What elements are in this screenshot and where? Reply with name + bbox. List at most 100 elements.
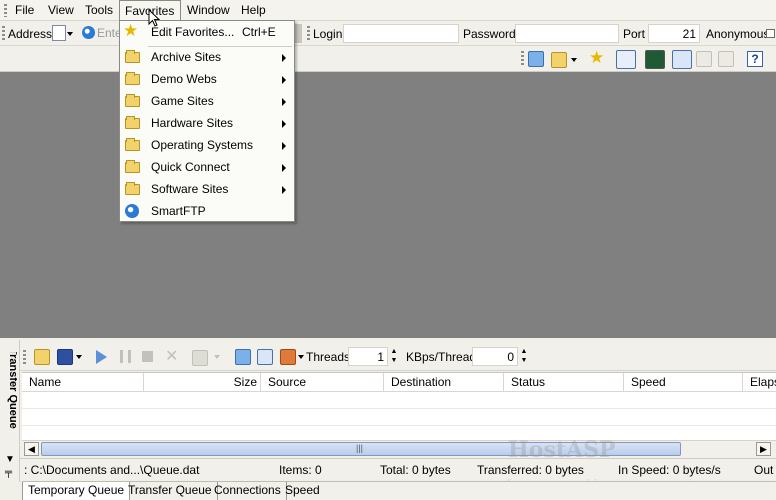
tile-horizontal-icon[interactable] (718, 51, 734, 67)
tab-temporary-queue[interactable]: Temporary Queue (22, 482, 131, 500)
menu-item-quick-connect[interactable]: Quick Connect (120, 156, 294, 178)
menu-item-game-sites[interactable]: Game Sites (120, 90, 294, 112)
folder-icon (125, 182, 140, 195)
help-icon[interactable]: ? (747, 51, 763, 67)
menu-help[interactable]: Help (241, 3, 266, 17)
delete-icon[interactable]: ✕ (165, 346, 178, 366)
scroll-left-icon[interactable]: ◀ (24, 442, 39, 456)
login-toolbar-grip[interactable] (307, 26, 310, 41)
address-toolbar: Address Ente Login Password Port 21 Anon… (0, 21, 776, 46)
chevron-down-icon[interactable] (571, 58, 577, 62)
menu-file[interactable]: File (15, 3, 34, 17)
remote-browser-icon[interactable] (616, 50, 636, 69)
save-icon[interactable] (57, 349, 73, 365)
menu-item-label: Hardware Sites (151, 116, 234, 130)
scheduler-icon[interactable] (257, 349, 273, 365)
menu-item-label: Operating Systems (151, 138, 254, 152)
grid-row-line (22, 425, 776, 426)
kbps-spinner[interactable]: ▲ ▼ (519, 347, 529, 366)
submenu-arrow-icon (282, 54, 286, 62)
submenu-arrow-icon (282, 120, 286, 128)
port-input[interactable]: 21 (648, 24, 700, 43)
page-icon[interactable] (52, 25, 66, 41)
login-label: Login (313, 27, 343, 41)
submenu-arrow-icon (282, 98, 286, 106)
chevron-down-icon[interactable] (298, 355, 304, 359)
menu-item-smartftp[interactable]: SmartFTP (120, 200, 294, 222)
queue-toolbar: ✕ Threads 1 ▲ ▼ KBps/Thread 0 ▲ ▼ (20, 343, 776, 371)
queue-mode-icon[interactable] (280, 349, 296, 365)
folder-icon (125, 160, 140, 173)
move-icon[interactable] (192, 350, 208, 366)
folder-icon (125, 72, 140, 85)
menu-item-edit-favorites[interactable]: ★ Edit Favorites... Ctrl+E (120, 21, 294, 43)
login-input[interactable] (343, 24, 459, 43)
password-input[interactable] (515, 24, 619, 43)
folder-icon (125, 138, 140, 151)
threads-label: Threads (306, 350, 351, 364)
tab-speed[interactable]: Speed (280, 482, 325, 500)
menu-view[interactable]: View (48, 3, 74, 17)
scroll-right-icon[interactable]: ▶ (756, 442, 771, 456)
status-transferred: Transferred: 0 bytes (477, 463, 584, 477)
menu-item-demo-webs[interactable]: Demo Webs (120, 68, 294, 90)
chevron-down-icon[interactable]: ▼ (5, 454, 15, 465)
kbps-label: KBps/Thread (406, 350, 477, 364)
port-label: Port (623, 27, 646, 41)
menubar-grip[interactable] (4, 4, 7, 17)
menu-item-software-sites[interactable]: Software Sites (120, 178, 294, 200)
column-speed[interactable]: Speed (624, 373, 743, 392)
queue-options-icon[interactable] (235, 349, 251, 365)
transfer-queue-side-title: Transfer Queue (7, 352, 17, 429)
menu-item-label: Demo Webs (151, 72, 217, 86)
status-bar: : C:\Documents and...\Queue.dat Items: 0… (20, 458, 776, 479)
connect-icon[interactable] (528, 51, 544, 67)
menu-item-label: Archive Sites (151, 50, 222, 64)
bottom-tab-strip: Temporary Queue Transfer Queue Connectio… (22, 481, 776, 500)
transfer-queue-icon[interactable] (672, 50, 692, 69)
column-destination[interactable]: Destination (384, 373, 504, 392)
speed-graph-icon[interactable] (645, 50, 665, 69)
column-status[interactable]: Status (504, 373, 624, 392)
queue-toolbar-grip[interactable] (23, 350, 26, 365)
toolbar-grip[interactable] (2, 26, 5, 41)
menu-tools[interactable]: Tools (85, 3, 113, 17)
column-elapsed[interactable]: Elaps (743, 373, 776, 392)
column-name[interactable]: Name (22, 373, 144, 392)
threads-spinner[interactable]: ▲ ▼ (389, 347, 399, 366)
menu-item-archive-sites[interactable]: Archive Sites (120, 46, 294, 68)
submenu-arrow-icon (282, 164, 286, 172)
chevron-down-icon[interactable] (76, 355, 82, 359)
stop-icon[interactable] (142, 351, 153, 362)
tile-vertical-icon[interactable] (696, 51, 712, 67)
address-label: Address (8, 27, 53, 41)
horizontal-scrollbar[interactable]: ◀ ||| ▶ (22, 440, 776, 457)
pause-icon[interactable] (120, 350, 131, 363)
play-icon[interactable] (96, 350, 107, 364)
status-queue-path: : C:\Documents and...\Queue.dat (24, 463, 200, 477)
favorites-menu: ★ Edit Favorites... Ctrl+E Archive Sites… (119, 20, 295, 222)
column-size[interactable]: Size (144, 373, 261, 392)
chevron-down-icon[interactable] (214, 355, 220, 359)
queue-list[interactable]: Name Size Source Destination Status Spee… (22, 372, 776, 440)
load-queue-icon[interactable] (34, 349, 50, 365)
anonymous-checkbox[interactable] (766, 29, 775, 38)
anonymous-label: Anonymous (706, 27, 770, 41)
mdi-workspace (0, 72, 776, 338)
tab-transfer-queue[interactable]: Transfer Queue (123, 482, 218, 500)
star-icon[interactable]: ★ (589, 48, 604, 68)
column-source[interactable]: Source (261, 373, 384, 392)
menu-window[interactable]: Window (187, 3, 230, 17)
kbps-input[interactable]: 0 (472, 347, 518, 366)
threads-input[interactable]: 1 (348, 347, 388, 366)
address-input[interactable]: Ente (97, 26, 122, 40)
scroll-grip-icon: ||| (356, 443, 364, 453)
pin-icon[interactable]: ╤ (5, 467, 12, 478)
tab-connections[interactable]: Connections (209, 482, 287, 500)
chevron-down-icon[interactable] (67, 32, 73, 36)
open-folder-icon[interactable] (551, 52, 567, 68)
menu-item-label: Quick Connect (151, 160, 230, 174)
menu-item-hardware-sites[interactable]: Hardware Sites (120, 112, 294, 134)
toolbar2-grip[interactable] (521, 51, 524, 66)
menu-item-operating-systems[interactable]: Operating Systems (120, 134, 294, 156)
